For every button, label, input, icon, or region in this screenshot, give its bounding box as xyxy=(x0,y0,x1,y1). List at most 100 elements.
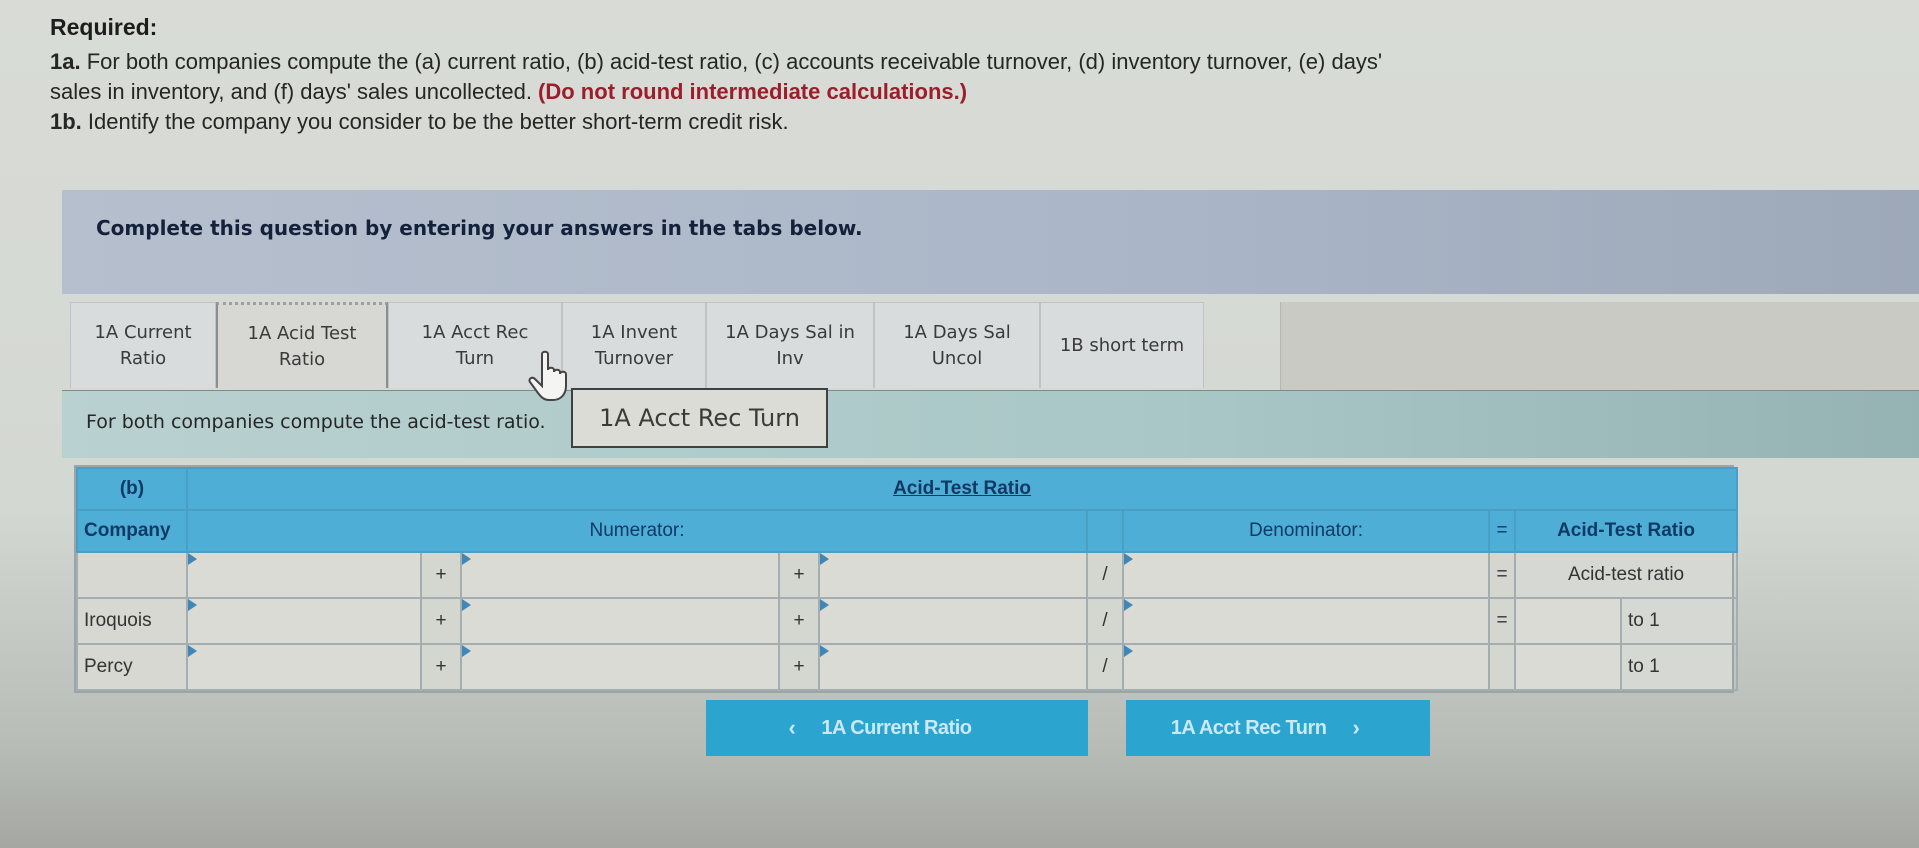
tab-days-sal-in-inv[interactable]: 1A Days Sal in Inv xyxy=(706,302,874,388)
chevron-left-icon: ‹ xyxy=(788,715,796,740)
table-row: Iroquois + + / = to 1 xyxy=(76,597,1739,645)
tab-label: 1A Acid Test xyxy=(247,322,357,344)
plus-operator: + xyxy=(778,597,820,645)
instructions-banner: Complete this question by entering your … xyxy=(62,190,1919,294)
required-heading: Required: xyxy=(50,14,158,40)
numerator-2-cell xyxy=(460,551,780,599)
table-title: Acid-Test Ratio xyxy=(893,478,1032,499)
dropdown-marker-icon xyxy=(188,645,197,657)
equals-operator: = xyxy=(1488,597,1516,645)
table-row: + + / = Acid-test ratio xyxy=(76,551,1739,599)
rounding-warning: (Do not round intermediate calculations.… xyxy=(538,79,968,104)
hand-cursor-icon xyxy=(528,350,567,401)
company-cell: Iroquois xyxy=(76,597,188,645)
part-1a-text-cont: sales in inventory, and (f) days' sales … xyxy=(50,79,539,104)
dropdown-marker-icon xyxy=(188,599,197,611)
numerator-3-cell xyxy=(818,551,1088,599)
part-1a-text: For both companies compute the (a) curre… xyxy=(80,49,1383,74)
divide-operator: / xyxy=(1086,551,1124,599)
numerator-1-cell xyxy=(186,551,422,599)
banner-text: Complete this question by entering your … xyxy=(96,216,863,240)
denominator-input[interactable] xyxy=(1124,599,1488,643)
numerator-2-input[interactable] xyxy=(462,645,778,689)
numerator-1-cell xyxy=(186,597,422,645)
tab-content-header: For both companies compute the acid-test… xyxy=(62,390,1919,458)
prev-tab-label: 1A Current Ratio xyxy=(821,716,972,739)
col-header-denominator: Denominator: xyxy=(1122,509,1490,553)
tab-current-ratio[interactable]: 1A Current Ratio xyxy=(70,302,216,388)
dropdown-marker-icon xyxy=(188,553,197,565)
result-cell xyxy=(1514,643,1622,691)
divide-operator: / xyxy=(1086,597,1124,645)
tab-label: 1A Current xyxy=(94,321,192,343)
table-title-cell: Acid-Test Ratio xyxy=(185,467,1739,511)
result-input[interactable] xyxy=(1516,599,1620,643)
tab-label: 1A Acct Rec xyxy=(421,321,529,343)
numerator-2-cell xyxy=(460,597,780,645)
dropdown-marker-icon xyxy=(462,553,471,565)
col-header-result: Acid-Test Ratio xyxy=(1513,509,1739,553)
company-cell: Percy xyxy=(76,643,188,691)
ratio-suffix: to 1 xyxy=(1619,643,1739,691)
instruction-line-2: sales in inventory, and (f) days' sales … xyxy=(50,77,1850,107)
plus-operator: + xyxy=(420,597,462,645)
acid-test-ratio-table: (b) Acid-Test Ratio Company Numerator: D… xyxy=(74,465,1739,693)
numerator-2-input[interactable] xyxy=(462,553,778,597)
denominator-cell xyxy=(1122,597,1490,645)
numerator-1-input[interactable] xyxy=(188,599,420,643)
tab-acid-test-ratio[interactable]: 1A Acid Test Ratio xyxy=(216,302,388,388)
tab-strip-background xyxy=(1280,302,1919,390)
plus-operator: + xyxy=(778,643,820,691)
chevron-right-icon: › xyxy=(1352,715,1360,740)
numerator-3-input[interactable] xyxy=(820,599,1086,643)
numerator-1-input[interactable] xyxy=(188,553,420,597)
tab-bar: 1A Current Ratio 1A Acid Test Ratio 1A Acc… xyxy=(70,302,1204,390)
col-header-numerator: Numerator: xyxy=(186,509,1088,553)
divide-operator: / xyxy=(1086,643,1124,691)
dropdown-marker-icon xyxy=(820,599,829,611)
part-1b-label: 1b. xyxy=(50,109,82,134)
part-1a-label: 1a. xyxy=(50,49,81,74)
plus-operator: + xyxy=(778,551,820,599)
result-cell xyxy=(1514,597,1622,645)
numerator-3-input[interactable] xyxy=(820,553,1086,597)
prev-tab-button[interactable]: ‹ 1A Current Ratio xyxy=(706,700,1088,756)
numerator-1-input[interactable] xyxy=(188,645,420,689)
part-b-label: (b) xyxy=(76,467,188,511)
tab-1b-short-term[interactable]: 1B short term xyxy=(1040,302,1204,388)
numerator-3-input[interactable] xyxy=(820,645,1086,689)
dropdown-marker-icon xyxy=(462,599,471,611)
denominator-input[interactable] xyxy=(1124,553,1488,597)
numerator-1-cell xyxy=(186,643,422,691)
table-title-row: (b) Acid-Test Ratio xyxy=(76,467,1739,511)
tab-label: 1B short term xyxy=(1059,334,1185,356)
dropdown-marker-icon xyxy=(1124,599,1133,611)
numerator-3-cell xyxy=(818,597,1088,645)
tab-label: Ratio xyxy=(278,348,326,370)
tab-tooltip: 1A Acct Rec Turn xyxy=(571,388,828,448)
dropdown-marker-icon xyxy=(1124,553,1133,565)
tab-label: Ratio xyxy=(119,347,167,369)
dropdown-marker-icon xyxy=(1124,645,1133,657)
next-tab-label: 1A Acct Rec Turn xyxy=(1170,716,1327,739)
dropdown-marker-icon xyxy=(820,553,829,565)
numerator-3-cell xyxy=(818,643,1088,691)
dropdown-marker-icon xyxy=(820,645,829,657)
tab-invent-turnover[interactable]: 1A Invent Turnover xyxy=(562,302,706,388)
tab-days-sal-uncol[interactable]: 1A Days Sal Uncol xyxy=(874,302,1040,388)
col-header-equals: = xyxy=(1488,509,1516,553)
company-cell xyxy=(76,551,188,599)
col-header-spacer xyxy=(1086,509,1124,553)
denominator-input[interactable] xyxy=(1124,645,1488,689)
instructions: Required: 1a. For both companies compute… xyxy=(50,14,1850,137)
tab-label: Inv xyxy=(776,347,804,369)
column-header-row: Company Numerator: Denominator: = Acid-T… xyxy=(76,509,1739,553)
instruction-line-1: 1a. For both companies compute the (a) c… xyxy=(50,47,1850,77)
result-input[interactable] xyxy=(1516,645,1620,689)
ratio-suffix: to 1 xyxy=(1619,597,1739,645)
numerator-2-input[interactable] xyxy=(462,599,778,643)
next-tab-button[interactable]: 1A Acct Rec Turn › xyxy=(1126,700,1430,756)
plus-operator: + xyxy=(420,643,462,691)
tab-label: 1A Days Sal xyxy=(903,321,1011,343)
numerator-2-cell xyxy=(460,643,780,691)
